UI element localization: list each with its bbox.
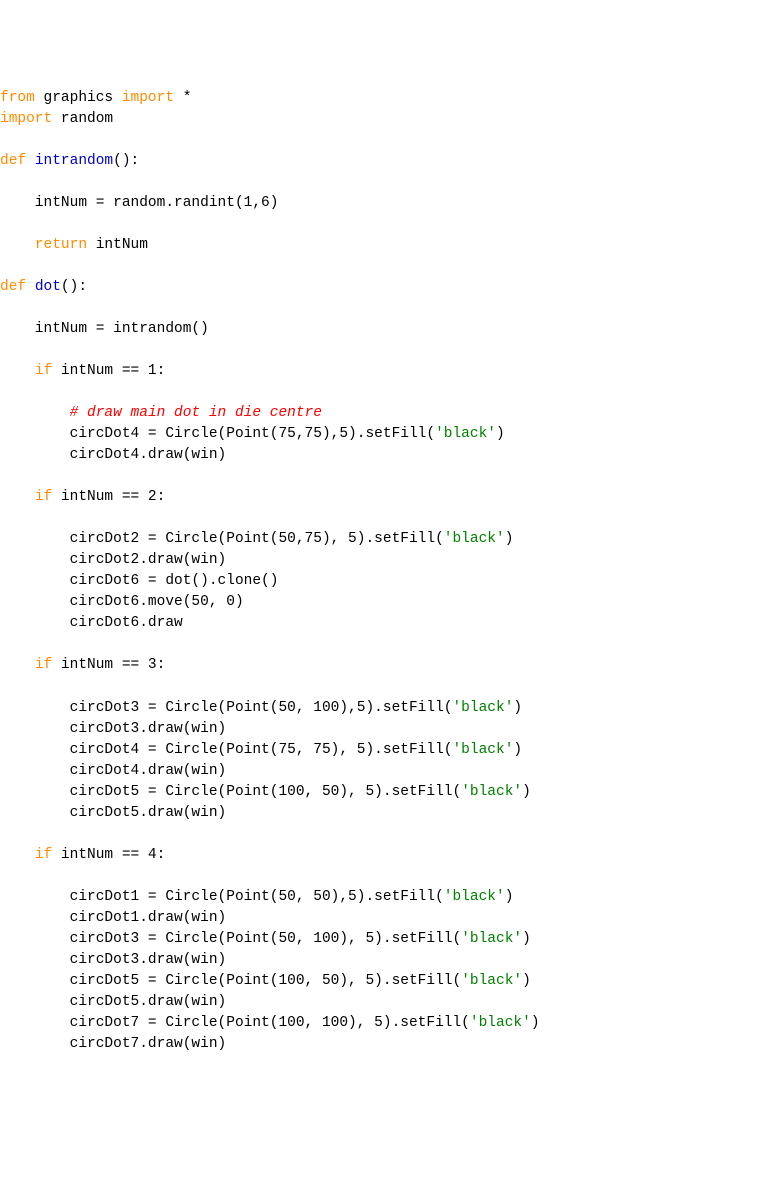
code-line: circDot4.draw(win): [0, 447, 226, 463]
kw-if: if: [35, 657, 52, 673]
txt: ): [505, 889, 514, 905]
code-line: circDot5.draw(win): [0, 805, 226, 821]
txt: circDot3 = Circle(Point(50, 100), 5).set…: [0, 931, 461, 947]
txt: intNum: [87, 237, 148, 253]
indent: [0, 363, 35, 379]
code-line: circDot5.draw(win): [0, 994, 226, 1010]
txt: circDot7 = Circle(Point(100, 100), 5).se…: [0, 1015, 470, 1031]
fn-name: dot: [35, 279, 61, 295]
string: 'black': [435, 426, 496, 442]
kw-if: if: [35, 363, 52, 379]
indent: [0, 489, 35, 505]
code-line: circDot2.draw(win): [0, 552, 226, 568]
txt: [26, 279, 35, 295]
txt: ): [513, 742, 522, 758]
txt: ): [522, 931, 531, 947]
comment: # draw main dot in die centre: [70, 405, 322, 421]
kw-if: if: [35, 847, 52, 863]
code-line: circDot3.draw(win): [0, 952, 226, 968]
code-line: circDot6.move(50, 0): [0, 594, 244, 610]
kw-def: def: [0, 279, 26, 295]
code-line: intNum = intrandom(): [0, 321, 209, 337]
indent: [0, 847, 35, 863]
string: 'black': [470, 1015, 531, 1031]
txt: ): [505, 531, 514, 547]
indent: [0, 405, 70, 421]
txt: circDot2 = Circle(Point(50,75), 5).setFi…: [0, 531, 444, 547]
txt: ): [522, 784, 531, 800]
string: 'black': [452, 742, 513, 758]
txt: ): [531, 1015, 540, 1031]
string: 'black': [444, 889, 505, 905]
txt: circDot5 = Circle(Point(100, 50), 5).set…: [0, 973, 461, 989]
txt: ():: [113, 153, 139, 169]
txt: ): [522, 973, 531, 989]
txt: ():: [61, 279, 87, 295]
kw-def: def: [0, 153, 26, 169]
txt: intNum == 3:: [52, 657, 165, 673]
string: 'black': [461, 973, 522, 989]
txt: [26, 153, 35, 169]
indent: [0, 657, 35, 673]
txt: graphics: [35, 90, 122, 106]
indent: [0, 237, 35, 253]
code-line: intNum = random.randint(1,6): [0, 195, 278, 211]
txt: circDot3 = Circle(Point(50, 100),5).setF…: [0, 700, 452, 716]
txt: random: [52, 111, 113, 127]
txt: intNum == 4:: [52, 847, 165, 863]
txt: circDot5 = Circle(Point(100, 50), 5).set…: [0, 784, 461, 800]
txt: circDot4 = Circle(Point(75,75),5).setFil…: [0, 426, 435, 442]
string: 'black': [452, 700, 513, 716]
txt: circDot1 = Circle(Point(50, 50),5).setFi…: [0, 889, 444, 905]
txt: ): [496, 426, 505, 442]
string: 'black': [461, 931, 522, 947]
kw-import: import: [122, 90, 174, 106]
code-line: circDot6.draw: [0, 615, 183, 631]
txt: circDot4 = Circle(Point(75, 75), 5).setF…: [0, 742, 452, 758]
code-block: from graphics import * import random def…: [0, 84, 763, 1075]
txt: *: [174, 90, 191, 106]
kw-import: import: [0, 111, 52, 127]
string: 'black': [461, 784, 522, 800]
kw-return: return: [35, 237, 87, 253]
code-line: circDot7.draw(win): [0, 1036, 226, 1052]
string: 'black': [444, 531, 505, 547]
kw-from: from: [0, 90, 35, 106]
code-line: circDot6 = dot().clone(): [0, 573, 278, 589]
code-line: circDot1.draw(win): [0, 910, 226, 926]
fn-name: intrandom: [35, 153, 113, 169]
txt: ): [513, 700, 522, 716]
txt: intNum == 1:: [52, 363, 165, 379]
kw-if: if: [35, 489, 52, 505]
code-line: circDot4.draw(win): [0, 763, 226, 779]
code-line: circDot3.draw(win): [0, 721, 226, 737]
txt: intNum == 2:: [52, 489, 165, 505]
